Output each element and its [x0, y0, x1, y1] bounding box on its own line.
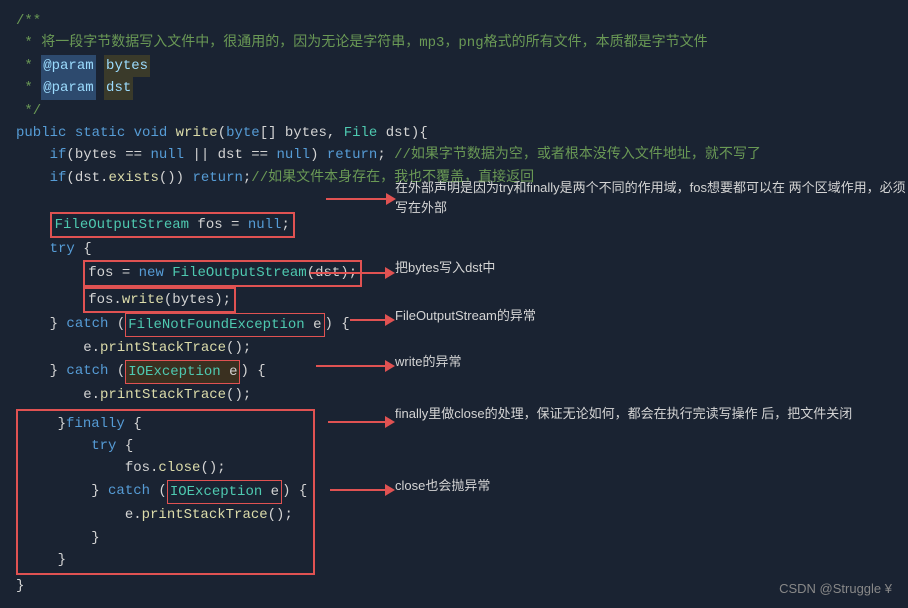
annotation-arrow-5 — [328, 416, 395, 428]
code-line: e.printStackTrace(); — [24, 504, 307, 526]
code-editor: /** * 将一段字节数据写入文件中，很通用的，因为无论是字符串，mp3，png… — [0, 0, 908, 608]
code-token: public — [16, 122, 66, 144]
annotation-arrow-2 — [310, 267, 395, 279]
annotation-text-5: finally里做close的处理，保证无论如何，都会在执行完读写操作 后，把文… — [395, 404, 852, 424]
code-token: * — [16, 77, 41, 99]
code-token: /** — [16, 10, 41, 32]
code-line: try { — [24, 435, 307, 457]
code-line: } catch (IOException e) { — [24, 480, 307, 504]
code-line: } — [24, 549, 307, 571]
annotation-text-4: write的异常 — [395, 352, 461, 372]
code-line: } — [16, 575, 892, 597]
code-token: static — [75, 122, 125, 144]
code-line: } — [24, 527, 307, 549]
code-line: try { — [16, 238, 892, 260]
code-line: * @param dst — [16, 77, 892, 99]
annotation-text-1: 在外部声明是因为try和finally是两个不同的作用域，fos想要都可以在 两… — [395, 178, 908, 217]
code-line: }finally { — [24, 413, 307, 435]
code-line: * 将一段字节数据写入文件中，很通用的，因为无论是字符串，mp3，png格式的所… — [16, 32, 892, 54]
watermark: CSDN @Struggle ¥ — [779, 581, 892, 596]
code-line: * @param bytes — [16, 55, 892, 77]
annotation-arrow-4 — [316, 360, 395, 372]
code-token: */ — [16, 100, 41, 122]
code-line: fos.close(); — [24, 457, 307, 479]
annotation-arrow-1 — [326, 193, 396, 205]
code-line: */ — [16, 100, 892, 122]
code-token: @param — [41, 77, 95, 99]
code-token: void — [134, 122, 168, 144]
code-token: dst — [104, 77, 133, 99]
code-token: bytes — [104, 55, 150, 77]
annotation-text-6: close也会抛异常 — [395, 476, 490, 496]
annotation-text-2: 把bytes写入dst中 — [395, 258, 495, 278]
code-line: public static void write(byte[] bytes, F… — [16, 122, 892, 144]
annotation-arrow-3 — [350, 314, 395, 326]
code-token — [96, 77, 104, 99]
code-token: * 将一段字节数据写入文件中，很通用的，因为无论是字符串，mp3，png格式的所… — [16, 32, 708, 54]
code-token: * — [16, 55, 41, 77]
annotation-arrow-6 — [330, 484, 395, 496]
code-line: /** — [16, 10, 892, 32]
code-line: if(bytes == null || dst == null) return;… — [16, 144, 892, 166]
code-token — [96, 55, 104, 77]
code-token: @param — [41, 55, 95, 77]
annotation-text-3: FileOutputStream的异常 — [395, 306, 536, 326]
